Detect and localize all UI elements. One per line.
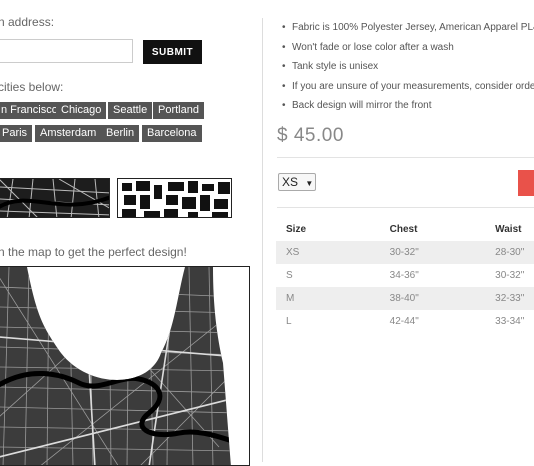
- city-tag-san-francisco[interactable]: n Francisco: [0, 102, 63, 119]
- chest-cell: 30-32": [389, 241, 496, 264]
- city-tag-paris[interactable]: Paris: [0, 125, 33, 142]
- size-cell: M: [276, 287, 390, 310]
- waist-column-header: Waist: [495, 224, 522, 235]
- city-tag-amsterdam[interactable]: Amsterdam: [35, 125, 102, 142]
- map-thumbnail-2-graphic: [122, 181, 230, 217]
- size-cell: S: [286, 270, 293, 281]
- size-chart-header: Size Chest Waist: [276, 218, 534, 241]
- size-cell: L: [286, 316, 292, 327]
- table-row: L 42-44" 33-34": [276, 310, 534, 333]
- waist-cell: 30-32": [495, 270, 525, 281]
- map-thumbnail-1[interactable]: [0, 178, 110, 218]
- column-divider: [262, 18, 263, 462]
- map-thumbnail-1-graphic: [0, 179, 109, 217]
- size-chart-table: Size Chest Waist XS 30-32" 28-30" S 34-3…: [276, 218, 534, 333]
- size-select[interactable]: XS ▼: [278, 173, 316, 191]
- table-row: XS 30-32" 28-30": [276, 241, 534, 264]
- feature-item: If you are unsure of your measurements, …: [282, 77, 534, 97]
- waist-cell: 32-33": [495, 287, 534, 310]
- table-row: M 38-40" 32-33": [276, 287, 534, 310]
- waist-cell: 33-34": [495, 316, 525, 327]
- size-select-value: XS: [282, 175, 299, 189]
- waist-cell: 28-30": [495, 241, 534, 264]
- feature-item: Won't fade or lose color after a wash: [282, 38, 534, 58]
- email-address-label: n address:: [0, 15, 55, 29]
- price-divider: [277, 157, 534, 158]
- tank-top-map-graphic: [0, 267, 231, 465]
- feature-item: Fabric is 100% Polyester Jersey, America…: [282, 18, 534, 38]
- feature-list: Fabric is 100% Polyester Jersey, America…: [282, 18, 534, 116]
- chest-cell: 42-44": [389, 316, 419, 327]
- table-row: S 34-36" 30-32": [276, 264, 534, 287]
- city-tag-chicago[interactable]: Chicago: [56, 102, 107, 119]
- size-divider: [277, 207, 534, 208]
- feature-item: Back design will mirror the front: [282, 96, 534, 116]
- map-instruction: n the map to get the perfect design!: [0, 245, 187, 259]
- tank-design-preview[interactable]: [0, 266, 250, 466]
- chest-cell: 38-40": [389, 287, 496, 310]
- chest-column-header: Chest: [389, 224, 418, 235]
- feature-item: Tank style is unisex: [282, 57, 534, 77]
- submit-button[interactable]: SUBMIT: [143, 40, 202, 64]
- map-thumbnail-2[interactable]: [117, 178, 232, 218]
- product-price: $ 45.00: [277, 125, 344, 146]
- cities-label: cities below:: [0, 80, 64, 94]
- size-column-header: Size: [286, 224, 307, 235]
- city-tag-berlin[interactable]: Berlin: [101, 125, 140, 142]
- chest-cell: 34-36": [389, 270, 419, 281]
- city-tag-barcelona[interactable]: Barcelona: [142, 125, 202, 142]
- dropdown-arrow-icon: ▼: [305, 179, 314, 188]
- city-tag-portland[interactable]: Portland: [153, 102, 204, 119]
- add-to-cart-button[interactable]: [518, 170, 534, 196]
- email-field[interactable]: [0, 39, 133, 63]
- size-cell: XS: [276, 241, 390, 264]
- city-tag-seattle[interactable]: Seattle: [108, 102, 153, 119]
